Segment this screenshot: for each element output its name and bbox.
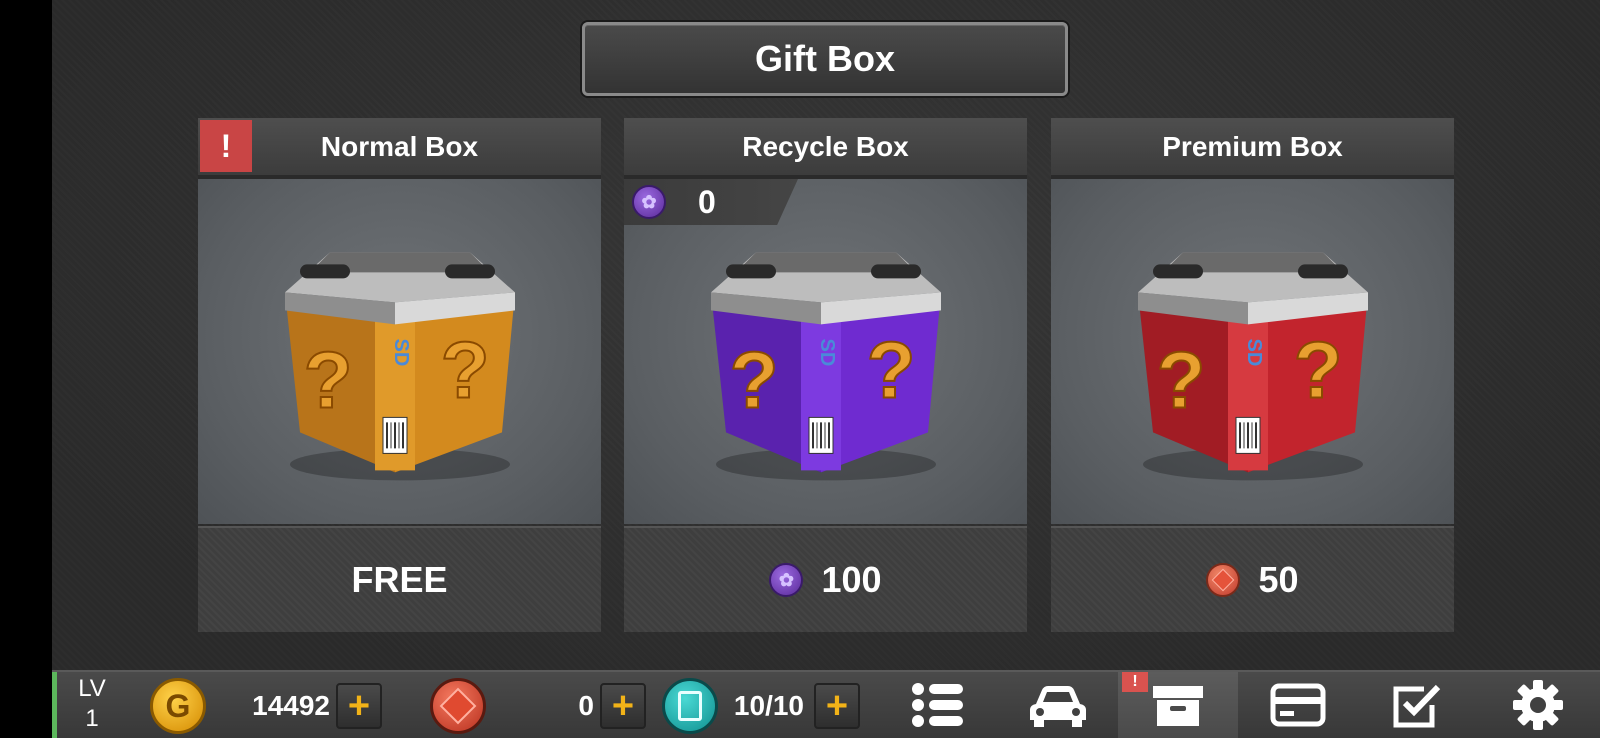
normal-box-title: Normal Box xyxy=(198,118,601,179)
premium-box-image-area[interactable]: ? ? SD xyxy=(1051,179,1454,524)
question-mark-left: ? xyxy=(729,335,778,424)
gold-resource: G 14492 + xyxy=(150,676,382,736)
nav-card-button[interactable] xyxy=(1238,672,1358,738)
question-mark-left: ? xyxy=(303,335,352,424)
question-mark-right: ? xyxy=(440,325,489,414)
nav-gift-box-button[interactable]: ! xyxy=(1118,672,1238,738)
nav-list-button[interactable] xyxy=(878,672,998,738)
add-fuel-button[interactable]: + xyxy=(814,683,860,729)
brand-logo: SD xyxy=(390,338,412,366)
question-mark-left: ? xyxy=(1156,335,1205,424)
left-black-strip xyxy=(0,0,52,738)
recycle-counter: ✿ 0 xyxy=(624,179,798,225)
level-indicator: LV 1 xyxy=(62,674,122,734)
normal-box-image-area[interactable]: ? ? SD xyxy=(198,179,601,524)
bottom-bar: LV 1 G 14492 + 0 + 10/10 + ! xyxy=(52,670,1600,738)
premium-box-title: Premium Box xyxy=(1051,118,1454,179)
recycle-box-icon: ? ? SD xyxy=(710,251,941,480)
ruby-value: 0 xyxy=(578,690,594,721)
recycle-coin-icon: ✿ xyxy=(769,563,804,597)
car-icon xyxy=(1030,686,1086,727)
green-edge xyxy=(52,672,57,738)
checkbox-icon xyxy=(1393,684,1441,728)
brand-logo: SD xyxy=(816,338,838,366)
recycle-counter-value: 0 xyxy=(698,183,716,220)
fuel-value: 10/10 xyxy=(733,690,804,721)
add-gold-button[interactable]: + xyxy=(336,683,382,729)
question-mark-right: ? xyxy=(1293,325,1342,414)
card-icon xyxy=(1270,683,1326,727)
level-value: 1 xyxy=(85,705,99,732)
premium-box-icon: ? ? SD xyxy=(1137,251,1368,480)
page-title: Gift Box xyxy=(582,22,1068,96)
nav-missions-button[interactable] xyxy=(1358,672,1478,738)
recycle-box-card[interactable]: Recycle Box ? ? SD ✿ 0 ✿ 100 xyxy=(624,118,1027,632)
question-mark-right: ? xyxy=(866,325,915,414)
recycle-box-title: Recycle Box xyxy=(624,118,1027,179)
level-label: LV xyxy=(78,675,106,702)
nav-settings-button[interactable] xyxy=(1478,672,1598,738)
add-ruby-button[interactable]: + xyxy=(600,683,646,729)
gear-icon xyxy=(1513,680,1563,730)
brand-logo: SD xyxy=(1243,338,1265,366)
premium-box-card[interactable]: Premium Box ? ? SD 50 xyxy=(1051,118,1454,632)
recycle-coin-icon: ✿ xyxy=(632,185,666,219)
archive-box-icon xyxy=(1153,686,1203,726)
normal-box-icon: ? ? SD xyxy=(284,251,515,480)
ruby-icon xyxy=(1206,563,1241,597)
gold-value: 14492 xyxy=(252,690,330,721)
nav-garage-button[interactable] xyxy=(998,672,1118,738)
normal-box-price: FREE xyxy=(351,559,448,600)
premium-box-price: 50 xyxy=(1258,559,1299,600)
ruby-icon xyxy=(430,678,486,734)
recycle-box-image-area[interactable]: ? ? SD xyxy=(624,179,1027,524)
fuel-icon xyxy=(662,678,718,734)
ruby-resource: 0 + xyxy=(430,676,646,736)
normal-box-price-button[interactable]: FREE xyxy=(198,526,601,632)
normal-box-card[interactable]: Normal Box ! ? ? SD FREE xyxy=(198,118,601,632)
alert-badge: ! xyxy=(200,120,252,172)
premium-box-price-button[interactable]: 50 xyxy=(1051,526,1454,632)
inventory-alert-badge: ! xyxy=(1122,672,1148,692)
recycle-box-price-button[interactable]: ✿ 100 xyxy=(624,526,1027,632)
fuel-resource: 10/10 + xyxy=(662,676,860,736)
recycle-box-price: 100 xyxy=(821,559,882,600)
list-icon xyxy=(912,683,963,727)
gold-coin-icon: G xyxy=(150,678,206,734)
